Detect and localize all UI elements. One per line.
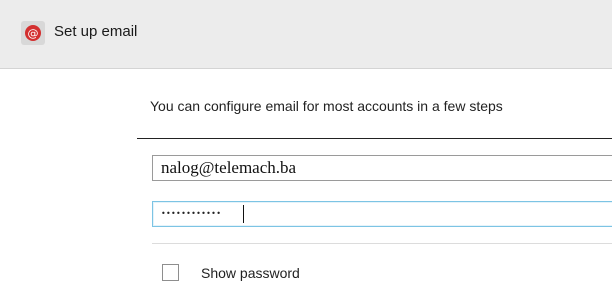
svg-text:@: @	[28, 27, 39, 40]
show-password-label[interactable]: Show password	[201, 264, 300, 282]
title-bar: @ Set up email	[0, 0, 612, 69]
email-at-icon: @	[21, 21, 45, 45]
page-title: Set up email	[54, 23, 138, 40]
password-field-value: ••••••••••••	[161, 209, 222, 218]
email-field[interactable]: nalog@telemach.ba	[152, 155, 612, 181]
divider	[137, 138, 612, 139]
intro-text: You can configure email for most account…	[150, 98, 503, 114]
text-caret	[243, 205, 244, 223]
separator	[152, 243, 612, 244]
show-password-checkbox[interactable]	[162, 264, 179, 281]
password-field[interactable]: ••••••••••••	[152, 201, 612, 227]
email-field-value: nalog@telemach.ba	[161, 158, 297, 177]
